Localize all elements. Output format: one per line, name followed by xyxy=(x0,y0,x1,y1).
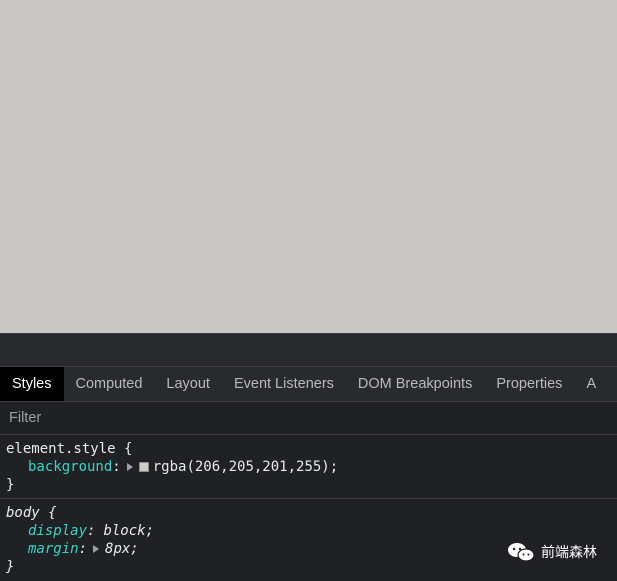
tab-layout[interactable]: Layout xyxy=(154,367,222,401)
property-name[interactable]: margin xyxy=(28,540,79,558)
devtools-tabs: Styles Computed Layout Event Listeners D… xyxy=(0,367,617,402)
property-name[interactable]: display xyxy=(28,522,87,540)
tab-styles[interactable]: Styles xyxy=(0,367,64,401)
tab-dom-breakpoints[interactable]: DOM Breakpoints xyxy=(346,367,484,401)
declaration-background: background: rgba(206,205,201,255); xyxy=(6,458,611,476)
property-colon: : xyxy=(78,541,88,557)
property-value[interactable]: rgba(206,205,201,255); xyxy=(153,458,338,476)
filter-input[interactable] xyxy=(9,410,309,426)
tab-properties[interactable]: Properties xyxy=(484,367,574,401)
tab-accessibility[interactable]: A xyxy=(574,367,608,401)
page-viewport xyxy=(0,0,617,333)
watermark-text: 前端森林 xyxy=(541,544,597,560)
rule-close: } xyxy=(6,477,15,493)
devtools-topbar xyxy=(0,333,617,367)
property-colon: : xyxy=(112,459,121,475)
tab-computed[interactable]: Computed xyxy=(64,367,155,401)
rule-selector[interactable]: body { xyxy=(6,504,611,522)
expand-triangle-icon[interactable] xyxy=(93,545,100,553)
body-rule: body { display: block; margin:8px; } xyxy=(0,499,617,580)
property-name[interactable]: background xyxy=(28,458,112,476)
property-value[interactable]: 8px; xyxy=(105,540,139,558)
watermark: 前端森林 xyxy=(507,542,597,562)
declaration-display: display: block; xyxy=(6,522,611,540)
filter-bar xyxy=(0,402,617,435)
tab-event-listeners[interactable]: Event Listeners xyxy=(222,367,346,401)
element-style-rule: element.style { background: rgba(206,205,… xyxy=(0,435,617,499)
expand-triangle-icon[interactable] xyxy=(126,463,133,471)
wechat-icon xyxy=(508,543,535,562)
property-colon: : xyxy=(87,523,96,539)
property-value[interactable]: block; xyxy=(103,522,154,540)
color-swatch[interactable] xyxy=(138,462,149,472)
rule-selector[interactable]: element.style { xyxy=(6,440,611,458)
